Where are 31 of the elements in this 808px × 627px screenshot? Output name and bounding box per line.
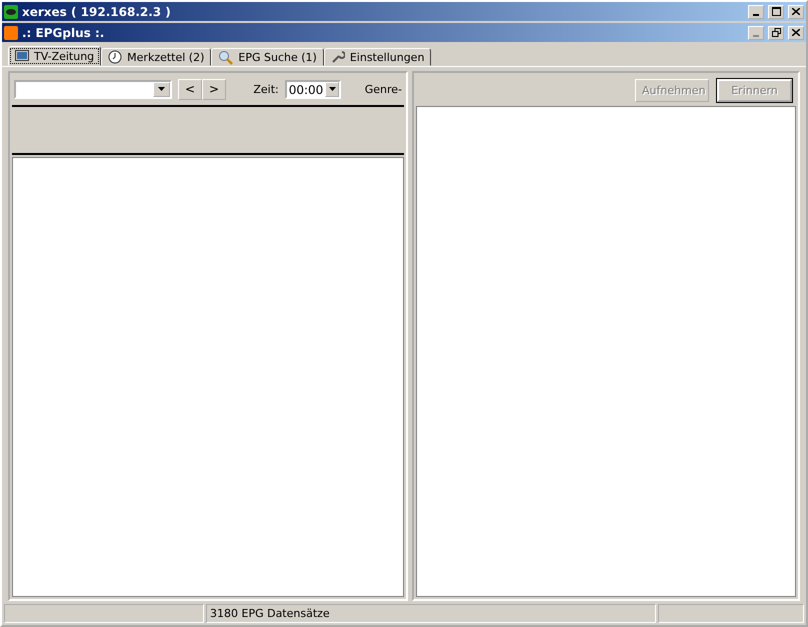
close-button[interactable] <box>788 4 804 18</box>
tab[interactable]: EPG Suche (1) <box>211 48 324 66</box>
wrench-icon <box>330 50 345 64</box>
window-title: xerxes ( 192.168.2.3 ) <box>22 4 172 18</box>
minimize-icon <box>753 14 759 16</box>
monitor-icon <box>15 50 29 62</box>
close-button[interactable] <box>788 26 804 40</box>
next-button[interactable]: > <box>202 78 226 100</box>
tab[interactable]: Merkzettel (2) <box>101 48 212 66</box>
maximize-icon <box>772 7 780 16</box>
close-icon <box>792 29 800 36</box>
time-label: Zeit: <box>253 82 279 96</box>
child-window-title: .: EPGplus :. <box>22 26 106 40</box>
tab[interactable]: TV-Zeitung <box>8 46 102 66</box>
genre-label: Genre- <box>364 82 402 96</box>
minimize-icon <box>753 34 759 36</box>
status-text: 3180 EPG Datensätze <box>206 604 656 623</box>
restore-icon <box>772 28 780 37</box>
minimize-button[interactable] <box>748 4 764 18</box>
caret-icon <box>158 87 165 91</box>
maximize-button[interactable] <box>768 4 784 18</box>
restore-button[interactable] <box>768 26 784 40</box>
search-icon <box>218 50 234 64</box>
previous-button[interactable]: < <box>178 78 202 100</box>
eye-icon <box>4 4 18 18</box>
clock-icon <box>108 50 122 64</box>
app-logo-icon <box>4 26 18 40</box>
close-icon <box>792 8 800 15</box>
tab[interactable]: Einstellungen <box>324 48 432 66</box>
time-dropdown[interactable]: 00:00 <box>284 80 341 98</box>
caret-icon <box>328 87 336 91</box>
